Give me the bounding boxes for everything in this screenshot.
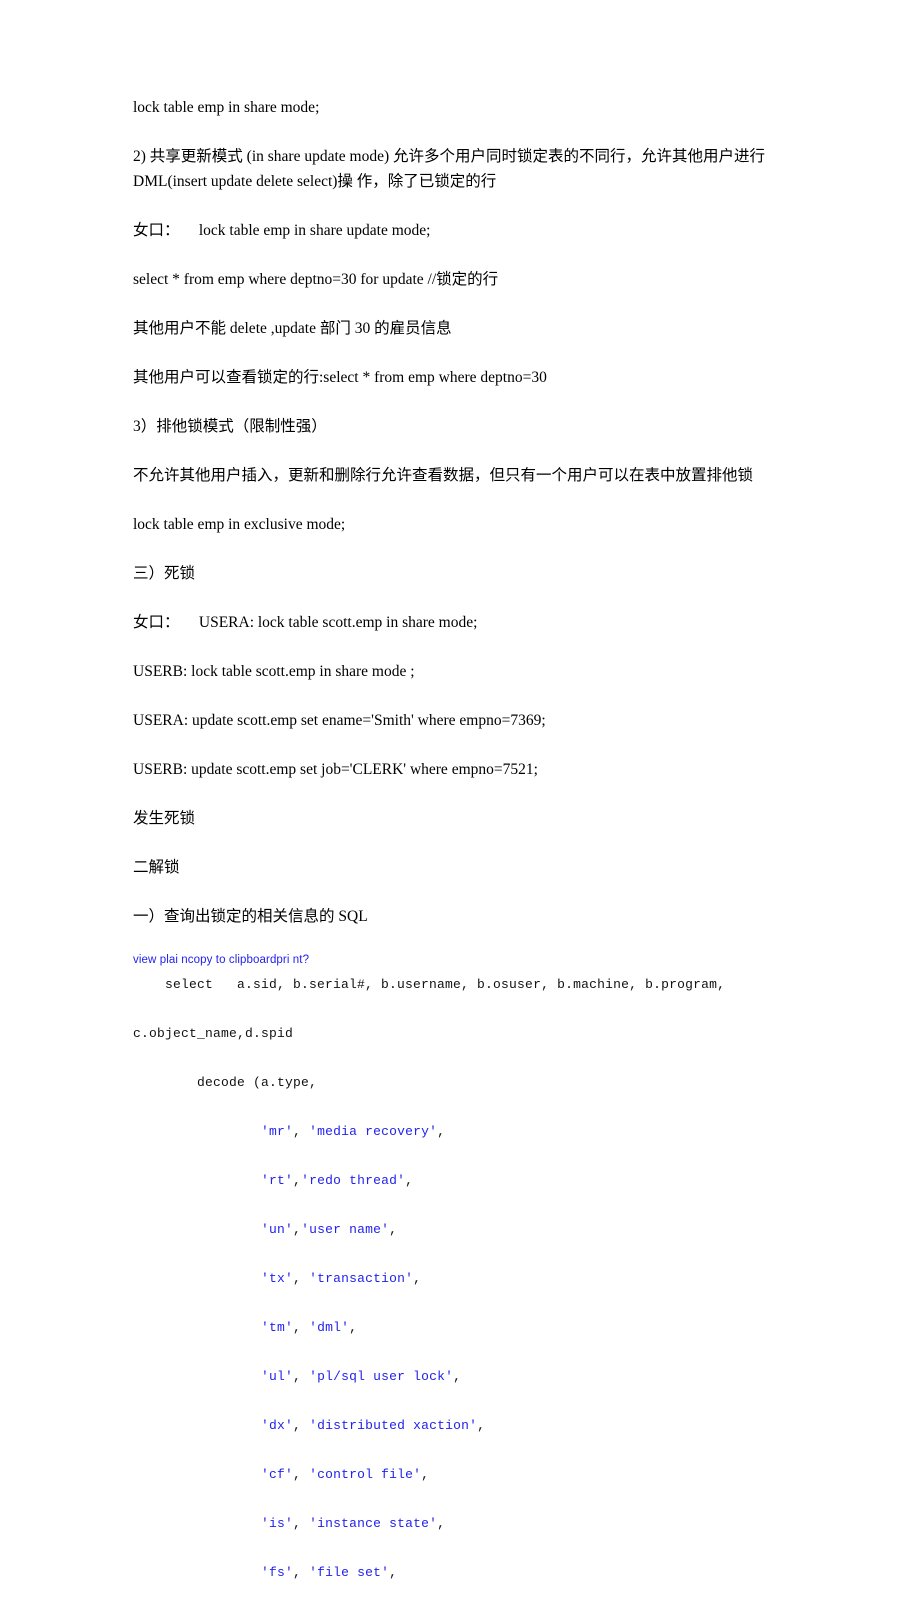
code-punctuation: ,: [453, 1369, 462, 1384]
paragraph: 三）死锁: [133, 565, 196, 582]
code-punctuation: ,: [389, 1222, 398, 1237]
code-string: 'distributed xaction': [309, 1418, 478, 1433]
code-string: 'fs': [261, 1565, 294, 1580]
code-separator: ,: [293, 1173, 302, 1188]
code-line: select a.sid, b.serial#, b.username, b.o…: [133, 973, 785, 998]
code-separator: ,: [293, 1222, 302, 1237]
code-separator: ,: [293, 1418, 310, 1433]
code-toolbar[interactable]: view plai ncopy to clipboardpri nt?: [133, 953, 785, 967]
paragraph: USERA: update scott.emp set ename='Smith…: [133, 712, 546, 729]
paragraph: 女口： lock table emp in share update mode;: [133, 222, 431, 239]
code-string: 'pl/sql user lock': [309, 1369, 454, 1384]
code-line: 'dx', 'distributed xaction',: [133, 1414, 785, 1439]
code-punctuation: ,: [405, 1173, 414, 1188]
code-separator: ,: [293, 1271, 310, 1286]
code-separator: ,: [293, 1124, 310, 1139]
paragraph: lock table emp in exclusive mode;: [133, 516, 346, 533]
paragraph: 不允许其他用户插入，更新和删除行允许查看数据，但只有一个用户可以在表中放置排他锁: [133, 467, 754, 484]
code-punctuation: ,: [413, 1271, 422, 1286]
code-string: 'rt': [261, 1173, 294, 1188]
code-string: 'dml': [309, 1320, 350, 1335]
sql-code-lines: select a.sid, b.serial#, b.username, b.o…: [133, 973, 785, 1586]
code-line: 'ul', 'pl/sql user lock',: [133, 1365, 785, 1390]
sql-code-block: select a.sid, b.serial#, b.username, b.o…: [133, 973, 785, 1610]
code-punctuation: ,: [477, 1418, 486, 1433]
code-string: 'is': [261, 1516, 294, 1531]
code-line: c.object_name,d.spid: [133, 1022, 785, 1047]
code-string: 'control file': [309, 1467, 422, 1482]
paragraph: 其他用户可以查看锁定的行:select * from emp where dep…: [133, 369, 547, 386]
code-string: 'redo thread': [301, 1173, 406, 1188]
code-string: 'ul': [261, 1369, 294, 1384]
code-line: 'is', 'instance state',: [133, 1512, 785, 1537]
code-punctuation: ,: [389, 1565, 398, 1580]
paragraph: 二解锁: [133, 859, 180, 876]
code-line: 'tx', 'transaction',: [133, 1267, 785, 1292]
code-punctuation: ,: [437, 1516, 446, 1531]
code-line: 'cf', 'control file',: [133, 1463, 785, 1488]
code-string: 'file set': [309, 1565, 390, 1580]
code-text: select a.sid, b.serial#, b.username, b.o…: [133, 977, 726, 992]
paragraph: USERB: lock table scott.emp in share mod…: [133, 663, 415, 680]
code-string: 'instance state': [309, 1516, 438, 1531]
code-string: 'dx': [261, 1418, 294, 1433]
paragraph: 3）排他锁模式（限制性强）: [133, 418, 327, 435]
code-string: 'cf': [261, 1467, 294, 1482]
code-line: 'rt','redo thread',: [133, 1169, 785, 1194]
code-line: 'mr', 'media recovery',: [133, 1120, 785, 1145]
code-separator: ,: [293, 1467, 310, 1482]
code-separator: ,: [293, 1565, 310, 1580]
code-punctuation: ,: [349, 1320, 358, 1335]
code-line: 'un','user name',: [133, 1218, 785, 1243]
document-page: lock table emp in share mode; 2) 共享更新模式 …: [0, 0, 920, 1580]
code-string: 'transaction': [309, 1271, 414, 1286]
paragraph: 发生死锁: [133, 810, 196, 827]
code-text: decode (a.type,: [133, 1075, 318, 1090]
paragraph: 一）查询出锁定的相关信息的 SQL: [133, 908, 368, 925]
paragraph: 女口： USERA: lock table scott.emp in share…: [133, 614, 478, 631]
code-separator: ,: [293, 1369, 310, 1384]
code-separator: ,: [293, 1516, 310, 1531]
code-string: 'user name': [301, 1222, 390, 1237]
code-string: 'tx': [261, 1271, 294, 1286]
code-separator: ,: [293, 1320, 310, 1335]
code-string: 'un': [261, 1222, 294, 1237]
code-line: decode (a.type,: [133, 1071, 785, 1096]
code-text: c.object_name,d.spid: [133, 1026, 294, 1041]
paragraph: lock table emp in share mode;: [133, 99, 320, 116]
code-string: 'mr': [261, 1124, 294, 1139]
code-punctuation: ,: [437, 1124, 446, 1139]
code-string: 'tm': [261, 1320, 294, 1335]
paragraph: 其他用户不能 delete ,update 部门 30 的雇员信息: [133, 320, 452, 337]
code-line: 'fs', 'file set',: [133, 1561, 785, 1586]
document-body: lock table emp in share mode; 2) 共享更新模式 …: [133, 95, 785, 929]
code-string: 'media recovery': [309, 1124, 438, 1139]
paragraph: select * from emp where deptno=30 for up…: [133, 271, 499, 288]
paragraph: 2) 共享更新模式 (in share update mode) 允许多个用户同…: [133, 148, 765, 190]
view-plain-copy-print-link[interactable]: view plai ncopy to clipboardpri nt?: [133, 954, 309, 966]
paragraph: USERB: update scott.emp set job='CLERK' …: [133, 761, 538, 778]
code-punctuation: ,: [421, 1467, 430, 1482]
code-line: 'tm', 'dml',: [133, 1316, 785, 1341]
